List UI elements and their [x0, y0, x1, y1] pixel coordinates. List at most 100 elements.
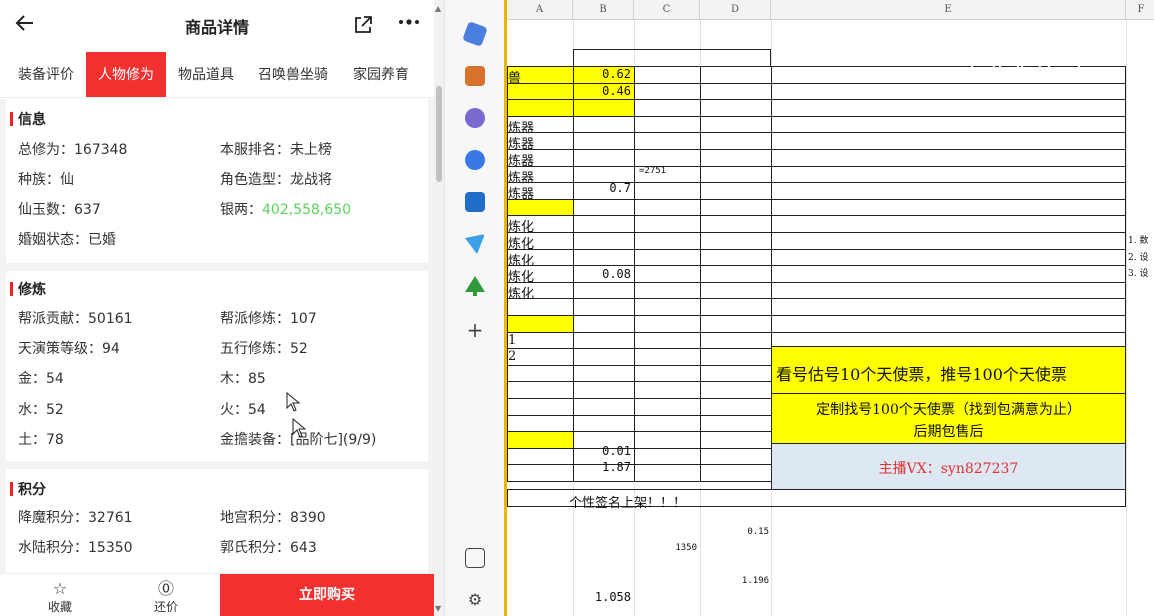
table-cell[interactable]: [573, 398, 635, 416]
table-cell[interactable]: [507, 315, 574, 333]
table-cell[interactable]: [507, 447, 574, 466]
table-cell[interactable]: [700, 364, 772, 383]
table-cell[interactable]: [634, 348, 701, 366]
table-cell[interactable]: [771, 298, 1126, 316]
table-cell[interactable]: 炼化: [507, 215, 574, 235]
table-cell[interactable]: [634, 398, 701, 416]
table-cell[interactable]: [771, 99, 1126, 117]
table-cell[interactable]: [573, 315, 635, 333]
table-cell[interactable]: [700, 66, 772, 84]
table-cell[interactable]: 炼器: [507, 132, 574, 152]
tab-items[interactable]: 物品道具: [170, 52, 242, 97]
table-cell[interactable]: [700, 298, 772, 316]
table-cell[interactable]: [573, 414, 635, 433]
table-cell[interactable]: 炼器: [507, 165, 574, 186]
table-cell[interactable]: 炼化: [507, 232, 574, 252]
table-cell[interactable]: [634, 215, 701, 233]
table-cell[interactable]: [634, 132, 701, 150]
add-icon[interactable]: +: [465, 320, 485, 340]
table-cell[interactable]: [700, 165, 772, 184]
table-cell[interactable]: [700, 281, 772, 300]
table-cell[interactable]: [573, 331, 635, 350]
table-cell[interactable]: [700, 82, 772, 101]
note-f[interactable]: 2. 设: [1128, 250, 1148, 263]
signature-note[interactable]: 个性签名上架！！！: [569, 492, 686, 511]
table-cell[interactable]: [771, 248, 1126, 267]
banner-contact[interactable]: 主播VX：syn827237: [771, 443, 1126, 490]
scrollbar-thumb[interactable]: [436, 86, 442, 182]
tree-icon[interactable]: [465, 276, 485, 296]
more-icon[interactable]: [398, 10, 420, 37]
table-cell[interactable]: [634, 182, 701, 200]
table-cell[interactable]: [771, 315, 1126, 333]
table-cell[interactable]: [771, 232, 1126, 250]
cell-b-value[interactable]: 1.87: [575, 460, 631, 474]
table-cell[interactable]: [573, 298, 635, 316]
table-cell[interactable]: 炼器: [507, 182, 574, 202]
tab-character-cultivation[interactable]: 人物修为: [86, 52, 166, 97]
table-cell[interactable]: [700, 215, 772, 233]
table-cell[interactable]: [771, 281, 1126, 300]
table-cell[interactable]: [700, 265, 772, 283]
cell-b-value[interactable]: 0.62: [575, 67, 631, 81]
settings-gear-icon[interactable]: ⚙: [465, 590, 485, 610]
phone-scrollbar[interactable]: ▲ ▼: [434, 0, 444, 616]
table-cell[interactable]: [771, 215, 1126, 233]
table-cell[interactable]: [573, 149, 635, 167]
table-cell[interactable]: [634, 232, 701, 250]
table-cell[interactable]: [573, 364, 635, 383]
table-cell[interactable]: [507, 298, 574, 316]
table-cell[interactable]: [700, 149, 772, 167]
loose-value[interactable]: 1350: [647, 543, 697, 553]
table-cell[interactable]: [771, 115, 1126, 134]
loose-value[interactable]: 1.196: [717, 576, 769, 586]
table-cell[interactable]: [573, 115, 635, 134]
table-cell[interactable]: [573, 215, 635, 233]
table-cell[interactable]: 1: [507, 331, 574, 350]
table-cell[interactable]: [634, 265, 701, 283]
table-cell[interactable]: [573, 49, 771, 67]
table-cell[interactable]: [634, 298, 701, 316]
table-cell[interactable]: [771, 198, 1126, 217]
column-header-b[interactable]: B: [573, 0, 634, 20]
table-cell[interactable]: [634, 248, 701, 267]
table-cell[interactable]: [507, 381, 574, 399]
cell-b-value[interactable]: 0.7: [575, 181, 631, 195]
table-cell[interactable]: [700, 331, 772, 350]
table-cell[interactable]: [700, 398, 772, 416]
table-cell[interactable]: [634, 315, 701, 333]
table-cell[interactable]: [700, 99, 772, 117]
buy-now-button[interactable]: 立即购买: [220, 574, 434, 616]
table-cell[interactable]: [634, 99, 701, 117]
table-cell[interactable]: [634, 414, 701, 433]
briefcase-icon[interactable]: [465, 66, 485, 86]
table-cell[interactable]: 2: [507, 348, 574, 366]
table-cell[interactable]: 炼化: [507, 281, 574, 302]
table-cell[interactable]: [634, 198, 701, 217]
loose-value[interactable]: 1.058: [575, 590, 631, 604]
table-cell[interactable]: [634, 115, 701, 134]
table-cell[interactable]: [634, 281, 701, 300]
table-cell[interactable]: [700, 381, 772, 399]
table-cell[interactable]: [573, 132, 635, 150]
table-cell[interactable]: [507, 99, 574, 117]
table-cell[interactable]: [634, 431, 701, 449]
table-cell[interactable]: [700, 248, 772, 267]
cell-b-value[interactable]: 0.01: [575, 444, 631, 458]
table-cell[interactable]: [507, 198, 574, 217]
cell-c-formula[interactable]: =2751: [639, 166, 699, 176]
outlook-icon[interactable]: [465, 192, 485, 212]
table-cell[interactable]: [700, 431, 772, 449]
table-cell[interactable]: 兽: [507, 66, 574, 86]
note-f[interactable]: 1. 数: [1128, 233, 1148, 246]
table-cell[interactable]: 炼器: [507, 149, 574, 169]
table-cell[interactable]: [700, 182, 772, 200]
table-cell[interactable]: [700, 232, 772, 250]
table-cell[interactable]: [771, 82, 1126, 101]
table-cell[interactable]: [573, 381, 635, 399]
tag-icon[interactable]: [462, 21, 488, 47]
column-header-e[interactable]: E: [771, 0, 1126, 20]
table-cell[interactable]: [507, 414, 574, 433]
table-cell[interactable]: [507, 464, 574, 482]
column-header-f[interactable]: F: [1126, 0, 1154, 20]
